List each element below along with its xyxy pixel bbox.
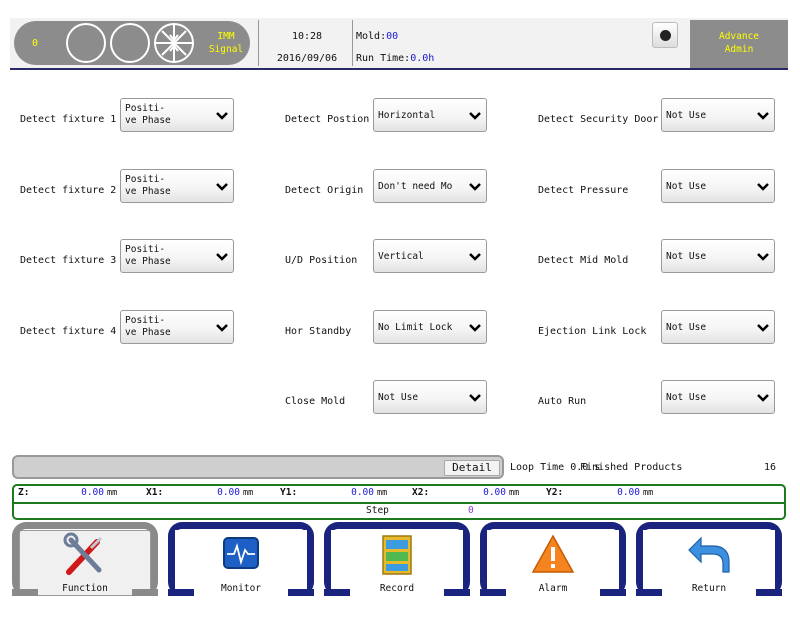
detect-origin-select[interactable]: Don't need Mo [373,169,487,203]
chevron-down-icon [757,394,769,402]
fixture-1-select[interactable]: Positi- ve Phase [120,98,234,132]
axis-value: 0.00 [217,487,240,498]
nav-monitor-button[interactable]: Monitor [168,522,314,596]
setting-label: Detect Pressure [538,185,629,196]
status-bar: Detail [12,455,504,479]
chevron-down-icon [469,394,481,402]
detect-position-select[interactable]: Horizontal [373,98,487,132]
nav-function-button[interactable]: Function [12,522,158,596]
signal-light-1 [66,23,106,63]
axis-unit: mm [107,488,118,498]
setting-label: Detect Mid Mold [538,255,629,266]
detect-pressure-select[interactable]: Not Use [661,169,775,203]
chevron-down-icon [216,183,228,191]
step-value: 0 [468,505,474,516]
axis-value: 0.00 [483,487,506,498]
record-cabinet-icon [382,535,412,575]
axis-name: Y1: [280,487,298,498]
monitor-icon [223,537,259,569]
camera-button[interactable] [652,22,678,48]
axis-value: 0.00 [81,487,104,498]
finished-products-label: Finished Products [580,462,683,473]
nav-record-button[interactable]: Record [324,522,470,596]
axis-name: Y2: [546,487,564,498]
imm-signal-panel[interactable]: 0 IMM Signal [14,21,250,65]
security-door-select[interactable]: Not Use [661,98,775,132]
axis-unit: mm [377,488,388,498]
nav-label: Function [62,583,108,594]
setting-label: Auto Run [538,396,587,407]
setting-label: Detect fixture 2 [20,185,117,196]
step-label: Step [366,505,389,516]
chevron-down-icon [469,253,481,261]
setting-label: Ejection Link Lock [538,326,647,337]
nav-label: Monitor [220,583,262,594]
axis-unit: mm [509,488,520,498]
chevron-down-icon [757,112,769,120]
chevron-down-icon [757,253,769,261]
setting-label: Detect fixture 1 [20,114,117,125]
mold-info: Mold:00 Run Time:0.0h [356,31,435,64]
chevron-down-icon [757,183,769,191]
nav-return-button[interactable]: Return [636,522,782,596]
alarm-warning-icon [531,534,575,573]
axis-name: X2: [412,487,430,498]
mold-clamp-icon [154,23,194,63]
chevron-down-icon [216,324,228,332]
fixture-3-select[interactable]: Positi- ve Phase [120,239,234,273]
setting-label: Detect fixture 4 [20,326,117,337]
chevron-down-icon [469,324,481,332]
mid-mold-select[interactable]: Not Use [661,239,775,273]
axis-name: Z: [18,487,30,498]
chevron-down-icon [757,324,769,332]
camera-icon [660,30,671,41]
signal-count: 0 [32,38,39,49]
ud-position-select[interactable]: Vertical [373,239,487,273]
divider [14,502,784,504]
setting-label: U/D Position [285,255,358,266]
function-tools-icon [63,532,103,575]
signal-light-2 [110,23,150,63]
header-bar: 0 IMM Signal 10:28 2016/09/06 Mold:00 Run … [10,18,788,70]
axis-position-panel: Z: 0.00 mm X1: 0.00 mm Y1: 0.00 mm X2: 0… [12,484,786,520]
nav-label: Alarm [538,583,568,594]
app-frame: 0 IMM Signal 10:28 2016/09/06 Mold:00 Run … [10,18,788,600]
hor-standby-select[interactable]: No Limit Lock [373,310,487,344]
axis-value: 0.00 [617,487,640,498]
divider [352,20,353,66]
chevron-down-icon [469,183,481,191]
auto-run-select[interactable]: Not Use [661,380,775,414]
axis-value: 0.00 [351,487,374,498]
setting-label: Detect Security Door [538,114,659,125]
nav-alarm-button[interactable]: Alarm [480,522,626,596]
setting-label: Hor Standby [285,326,352,337]
signal-label: IMM Signal [208,31,244,55]
chevron-down-icon [216,112,228,120]
clock: 10:28 2016/09/06 [276,31,338,64]
chevron-down-icon [216,253,228,261]
axis-unit: mm [243,488,254,498]
nav-label: Record [379,583,415,594]
ejection-link-select[interactable]: Not Use [661,310,775,344]
fixture-4-select[interactable]: Positi- ve Phase [120,310,234,344]
divider [258,20,259,66]
finished-products-count: 16 [764,462,777,473]
user-level-button[interactable]: Advance Admin [690,20,788,68]
setting-label: Detect Postion [285,114,370,125]
axis-unit: mm [643,488,654,498]
nav-label: Return [691,583,727,594]
setting-label: Detect Origin [285,185,364,196]
close-mold-select[interactable]: Not Use [373,380,487,414]
chevron-down-icon [469,112,481,120]
setting-label: Close Mold [285,396,346,407]
setting-label: Detect fixture 3 [20,255,117,266]
return-arrow-icon [688,536,730,573]
detail-button[interactable]: Detail [444,460,500,476]
axis-name: X1: [146,487,164,498]
fixture-2-select[interactable]: Positi- ve Phase [120,169,234,203]
